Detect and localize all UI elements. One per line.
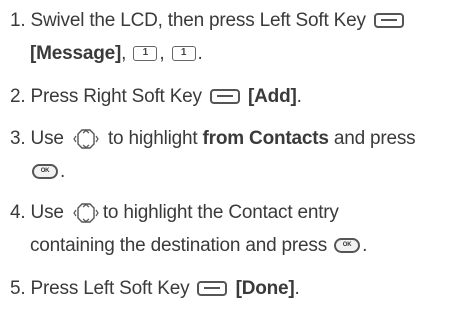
step-number: 3. (10, 128, 26, 149)
step-text: Use (30, 202, 64, 223)
separator: , (159, 43, 165, 64)
message-label: [Message] (30, 43, 122, 64)
done-label: [Done] (235, 278, 295, 299)
step-number: 2. (10, 86, 26, 107)
number-key-1-icon: 1 (133, 46, 158, 62)
from-contacts-label: from Contacts (202, 128, 329, 149)
step-5: 5. Press Left Soft Key [Done]. (10, 272, 446, 305)
ok-key-icon: OK (334, 238, 361, 254)
step-end: . (197, 43, 203, 64)
ok-key-icon: OK (32, 164, 58, 180)
step-text: Press Right Soft Key (30, 86, 202, 107)
step-number: 1. (10, 10, 26, 31)
step-3: 3. Use to highlight from Contacts and pr… (10, 122, 446, 188)
step-text: and press (333, 128, 416, 149)
number-key-1-icon: 1 (171, 46, 196, 62)
left-soft-key-icon (373, 13, 404, 29)
step-text: Use (30, 128, 64, 149)
right-soft-key-icon (209, 89, 240, 105)
navigation-key-icon (73, 127, 99, 151)
step-4: 4. Use to highlight the Contact entry co… (10, 196, 446, 262)
step-number: 4. (10, 202, 26, 223)
step-text: Press Left Soft Key (30, 278, 190, 299)
step-1: 1. Swivel the LCD, then press Left Soft … (10, 4, 446, 70)
step-end: . (362, 235, 368, 256)
step-text: to highlight the Contact entry (102, 202, 339, 223)
left-soft-key-icon (197, 281, 228, 297)
step-text: containing the destination and press (30, 235, 328, 256)
step-2: 2. Press Right Soft Key [Add]. (10, 80, 446, 113)
step-end: . (296, 86, 302, 107)
step-end: . (60, 161, 66, 182)
navigation-key-icon (73, 201, 99, 225)
step-text: Swivel the LCD, then press Left Soft Key (30, 10, 366, 31)
add-label: [Add] (248, 86, 297, 107)
step-text: to highlight (107, 128, 198, 149)
step-end: . (294, 278, 300, 299)
separator: , (121, 43, 127, 64)
step-number: 5. (10, 278, 26, 299)
